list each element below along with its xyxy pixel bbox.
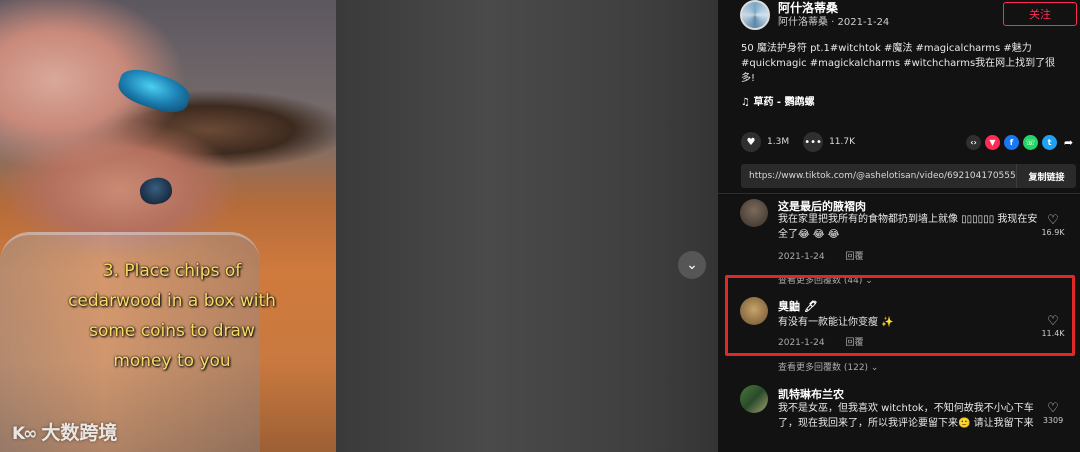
commenter-name[interactable]: 凯特琳布兰农	[778, 386, 844, 402]
next-video-button[interactable]: ⌄	[678, 251, 706, 279]
comment-button[interactable]: •••	[803, 132, 824, 152]
highlight-box	[725, 275, 1075, 356]
detail-panel: 阿什洛蒂桑 阿什洛蒂桑 · 2021-1-24 关注 50 魔法护身符 pt.1…	[718, 0, 1080, 452]
watermark-logo: K∞	[12, 424, 37, 444]
heart-outline-icon: ♡	[1047, 213, 1059, 228]
copy-link-button[interactable]: 复制链接	[1016, 164, 1076, 188]
comment-like-count: 16.9K	[1041, 228, 1065, 237]
comment-like[interactable]: ♡ 3309	[1036, 401, 1070, 426]
comment-item: 这是最后的腋褶肉 我在家里把我所有的食物都扔到墙上就像 ▯▯▯▯▯▯ 我现在安全…	[740, 197, 1070, 267]
comment-count: 11.7K	[829, 137, 856, 147]
like-button[interactable]: ♥	[741, 132, 761, 152]
author-info[interactable]: 阿什洛蒂桑 阿什洛蒂桑 · 2021-1-24	[740, 0, 889, 30]
share-url-box: https://www.tiktok.com/@ashelotisan/vide…	[741, 164, 1076, 188]
follow-button[interactable]: 关注	[1003, 2, 1077, 26]
music-label: 草药 - 鹦鹉螺	[753, 97, 815, 108]
music-icon: ♫	[741, 97, 750, 108]
forward-icon[interactable]: ➦	[1061, 135, 1076, 150]
comment-item: 凯特琳布兰农 我不是女巫，但我喜欢 witchtok，不知何故我不小心下车了，现…	[740, 385, 1070, 452]
comment-date: 2021-1-24	[778, 252, 825, 262]
painted-nail-image	[114, 63, 194, 119]
share-icon[interactable]: ▼	[985, 134, 1000, 150]
like-count: 1.3M	[767, 137, 790, 147]
author-avatar[interactable]	[740, 0, 770, 30]
music-link[interactable]: ♫ 草药 - 鹦鹉螺	[741, 93, 815, 108]
caption-line: cedarwood in a box with	[68, 291, 276, 311]
share-icons: ‹› ▼ f ☏ t ➦	[966, 134, 1076, 150]
commenter-avatar[interactable]	[740, 385, 768, 413]
share-url[interactable]: https://www.tiktok.com/@ashelotisan/vide…	[741, 171, 1016, 181]
heart-icon: ♥	[746, 136, 756, 148]
whatsapp-icon[interactable]: ☏	[1023, 134, 1038, 150]
caption-line: some coins to draw	[89, 321, 255, 341]
embed-icon[interactable]: ‹›	[966, 134, 981, 150]
video-description: 50 魔法护身符 pt.1#witchtok #魔法 #magicalcharm…	[741, 43, 1056, 84]
view-more-replies[interactable]: 查看更多回覆数 (122) ⌄	[778, 360, 878, 373]
video-frame[interactable]: 3. Place chips of cedarwood in a box wit…	[0, 0, 336, 452]
caption-line: money to you	[113, 351, 231, 371]
heart-outline-icon: ♡	[1047, 401, 1059, 416]
video-player[interactable]: 3. Place chips of cedarwood in a box wit…	[0, 0, 718, 452]
comment-like[interactable]: ♡ 16.9K	[1036, 213, 1070, 238]
comment-meta: 2021-1-24 回覆	[778, 249, 881, 262]
action-bar: ♥ 1.3M ••• 11.7K ‹› ▼ f ☏ t ➦	[741, 131, 1076, 153]
author-name[interactable]: 阿什洛蒂桑	[778, 1, 889, 16]
comment-text: 我在家里把我所有的食物都扔到墙上就像 ▯▯▯▯▯▯ 我现在安全了😂 😂 😂	[778, 214, 1038, 240]
comment-text: 我不是女巫，但我喜欢 witchtok，不知何故我不小心下车了，现在我回来了，所…	[778, 403, 1034, 429]
facebook-icon[interactable]: f	[1004, 134, 1019, 150]
divider	[718, 193, 1080, 194]
comment-like-count: 3309	[1042, 416, 1064, 425]
watermark-text: 大数跨境	[41, 422, 118, 444]
comment-icon: •••	[804, 136, 822, 148]
caption-line: 3. Place chips of	[102, 261, 242, 281]
painted-nail-image	[137, 175, 175, 207]
chevron-down-icon: ⌄	[686, 257, 698, 273]
video-blur-background	[336, 0, 718, 452]
video-caption: 3. Place chips of cedarwood in a box wit…	[30, 256, 314, 376]
watermark: K∞ 大数跨境	[12, 418, 117, 445]
reply-link[interactable]: 回覆	[845, 252, 863, 262]
commenter-avatar[interactable]	[740, 199, 768, 227]
twitter-icon[interactable]: t	[1042, 134, 1057, 150]
author-subtitle: 阿什洛蒂桑 · 2021-1-24	[778, 16, 890, 28]
